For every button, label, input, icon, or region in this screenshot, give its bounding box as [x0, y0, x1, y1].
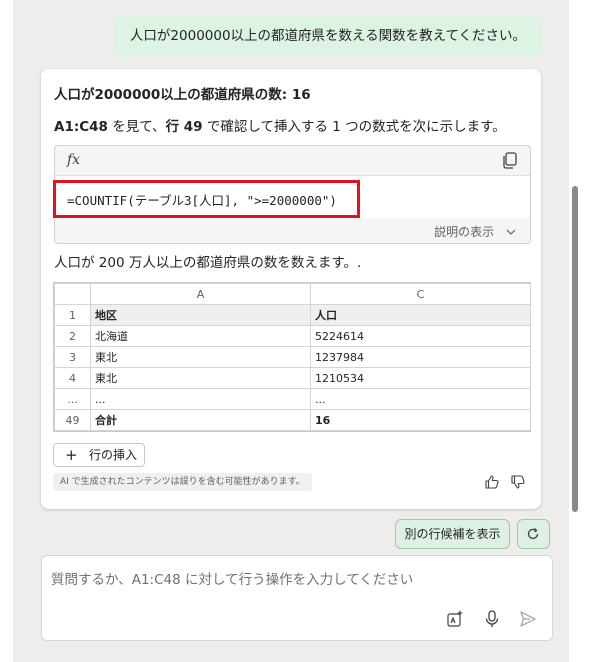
cell-a: 東北	[90, 346, 311, 368]
cell-c: 1210534	[310, 367, 531, 389]
desc-text-1: を見て、	[107, 119, 166, 135]
row-ref: 行 49	[165, 119, 203, 135]
formula-summary: 人口が 200 万人以上の都道府県の数を数えます。.	[54, 255, 362, 271]
desc-text-2: で確認して挿入する 1 つの数式を次に示します。	[202, 119, 506, 135]
table-row: 49 合計 16	[54, 409, 531, 431]
cell-c: 5224614	[310, 325, 531, 347]
column-header-row: A C	[54, 283, 531, 305]
row-number: 1	[54, 304, 91, 326]
input-placeholder[interactable]: 質問するか、A1:C48 に対して行う操作を入力してください	[51, 568, 413, 588]
sheet-preview: A C 1 地区 人口 2 北海道 5224614 3 東北 1237984 4…	[53, 282, 531, 432]
row-number: ...	[54, 388, 91, 410]
cell-c: 16	[310, 409, 531, 431]
cell-c: 1237984	[310, 346, 531, 368]
left-gutter	[0, 0, 13, 662]
highlight-box	[53, 180, 360, 218]
row-number: 3	[54, 346, 91, 368]
insert-row-label: 行の挿入	[89, 448, 138, 462]
microphone-icon[interactable]	[482, 609, 502, 629]
table-row: 2 北海道 5224614	[54, 325, 531, 347]
plus-icon: +	[65, 446, 78, 464]
scrollbar-thumb[interactable]	[572, 186, 578, 512]
explain-toggle[interactable]: 説明の表示	[434, 223, 516, 240]
explain-label[interactable]: 説明の表示	[434, 225, 494, 239]
corner-cell	[54, 283, 91, 305]
show-other-rows-button[interactable]: 別の行候補を表示	[395, 519, 510, 549]
formula-box: fx =COUNTIF(テーブル3[人口], ">=2000000") 説明の表…	[53, 145, 531, 244]
response-title: 人口が2000000以上の都道府県の数: 16	[54, 87, 311, 103]
prompt-input[interactable]: 質問するか、A1:C48 に対して行う操作を入力してください	[41, 555, 553, 641]
column-header: A	[90, 283, 311, 305]
cell-a: 北海道	[90, 325, 311, 347]
cell-a: 合計	[90, 409, 311, 431]
send-icon[interactable]	[518, 609, 538, 629]
sparkle-icon[interactable]	[445, 609, 465, 629]
cell-c: ...	[310, 388, 531, 410]
copy-icon[interactable]	[502, 152, 518, 169]
user-message: 人口が2000000以上の都道府県を数える関数を教えてください。	[115, 15, 541, 58]
cell-a: ...	[90, 388, 311, 410]
cell-c: 人口	[310, 304, 531, 326]
chevron-down-icon[interactable]	[506, 229, 516, 236]
table-row: ... ... ...	[54, 388, 531, 410]
thumbs-down-icon[interactable]	[510, 474, 526, 490]
cell-a: 東北	[90, 367, 311, 389]
fx-icon: fx	[67, 152, 81, 168]
table-row: 1 地区 人口	[54, 304, 531, 326]
formula-row: =COUNTIF(テーブル3[人口], ">=2000000")	[53, 176, 530, 218]
row-number: 4	[54, 367, 91, 389]
row-number: 49	[54, 409, 91, 431]
row-number: 2	[54, 325, 91, 347]
column-header: C	[310, 283, 531, 305]
refresh-button[interactable]	[517, 519, 550, 549]
response-card: 人口が2000000以上の都道府県の数: 16 A1:C48 を見て、行 49 …	[41, 69, 541, 509]
response-description: A1:C48 を見て、行 49 で確認して挿入する 1 つの数式を次に示します。	[54, 115, 506, 135]
insert-row-button[interactable]: + 行の挿入	[53, 443, 145, 467]
thumbs-up-icon[interactable]	[484, 474, 500, 490]
table-row: 3 東北 1237984	[54, 346, 531, 368]
range-ref: A1:C48	[54, 119, 108, 135]
table-row: 4 東北 1210534	[54, 367, 531, 389]
refresh-icon	[527, 528, 539, 540]
formula-header: fx	[55, 146, 530, 176]
ai-disclaimer: AI で生成されたコンテンツは誤りを含む可能性があります。	[53, 473, 312, 491]
cell-a: 地区	[90, 304, 311, 326]
